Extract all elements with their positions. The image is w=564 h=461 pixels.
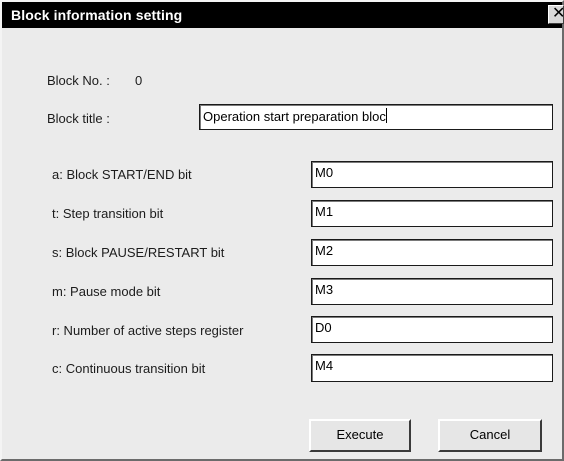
active-steps-register-input[interactable]: D0: [311, 316, 553, 343]
close-icon[interactable]: ✕: [552, 6, 563, 23]
pause-mode-bit-value: M3: [315, 282, 334, 297]
block-number-label: Block No. :: [47, 73, 110, 88]
field-label-continuous-transition-bit: c: Continuous transition bit: [52, 361, 206, 376]
step-transition-bit-input[interactable]: M1: [311, 200, 553, 227]
block-title-value: Operation start preparation bloc: [203, 109, 386, 124]
active-steps-register-value: D0: [315, 320, 332, 335]
execute-button[interactable]: Execute: [309, 419, 411, 452]
block-pause-restart-bit-input[interactable]: M2: [311, 239, 553, 266]
step-transition-bit-value: M1: [315, 204, 334, 219]
block-pause-restart-bit-value: M2: [315, 243, 334, 258]
block-title-label: Block title :: [47, 111, 110, 126]
cancel-button[interactable]: Cancel: [438, 419, 542, 452]
block-number-value: 0: [135, 73, 143, 88]
block-title-input[interactable]: Operation start preparation bloc: [199, 104, 553, 130]
continuous-transition-bit-value: M4: [315, 358, 334, 373]
continuous-transition-bit-input[interactable]: M4: [311, 354, 553, 382]
pause-mode-bit-input[interactable]: M3: [311, 278, 553, 305]
close-button[interactable]: ✕: [548, 5, 564, 24]
block-information-dialog: Block information setting ✕ Block No. : …: [0, 0, 564, 461]
field-label-step-transition-bit: t: Step transition bit: [52, 206, 164, 221]
field-label-number-of-active-steps-register: r: Number of active steps register: [52, 323, 244, 338]
field-label-block-pause-restart-bit: s: Block PAUSE/RESTART bit: [52, 245, 225, 260]
block-start-end-bit-input[interactable]: M0: [311, 161, 553, 188]
title-bar[interactable]: Block information setting ✕: [2, 2, 564, 28]
field-label-block-start-end-bit: a: Block START/END bit: [52, 167, 192, 182]
field-label-pause-mode-bit: m: Pause mode bit: [52, 284, 161, 299]
dialog-title: Block information setting: [11, 7, 183, 23]
block-start-end-bit-value: M0: [315, 165, 334, 180]
text-caret: [385, 108, 387, 123]
